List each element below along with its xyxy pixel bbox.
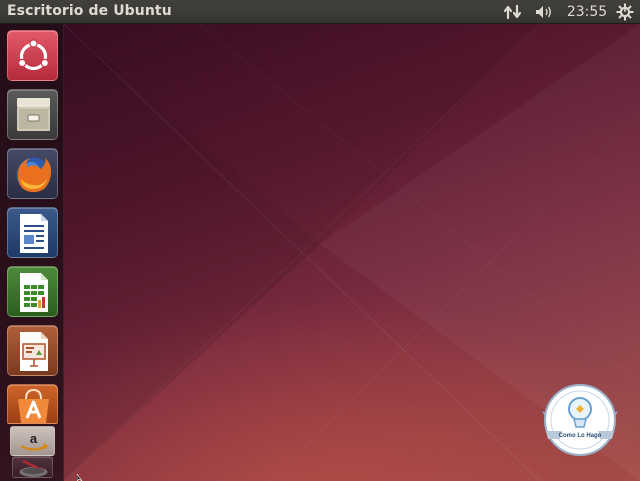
clock-indicator[interactable]: 23:55 <box>562 0 612 24</box>
amazon-icon: a <box>20 431 49 451</box>
clock-time: 23:55 <box>566 4 608 20</box>
network-up-down-icon <box>504 4 522 20</box>
launcher-amazon-button[interactable]: a <box>10 426 55 456</box>
launcher-trash-button[interactable] <box>12 456 53 478</box>
badge-label: Como Lo Hago <box>558 433 602 439</box>
svg-text:a: a <box>30 431 38 446</box>
impress-presentation-icon <box>20 332 48 371</box>
top-panel: Escritorio de Ubuntu 23:55 <box>0 0 640 24</box>
network-indicator[interactable] <box>501 0 525 24</box>
file-cabinet-icon <box>17 98 50 131</box>
launcher-firefox-button[interactable] <box>7 148 58 199</box>
calc-spreadsheet-icon <box>20 273 48 312</box>
ubuntu-desktop-screen: Escritorio de Ubuntu 23:55 a Como Lo Hag… <box>0 0 640 481</box>
gear-power-icon <box>616 3 634 21</box>
window-title: Escritorio de Ubuntu <box>7 3 172 19</box>
software-bag-icon <box>18 388 49 423</box>
launcher-calc-button[interactable] <box>7 266 58 317</box>
launcher-dash-button[interactable] <box>7 30 58 81</box>
firefox-icon <box>16 157 52 193</box>
launcher-files-button[interactable] <box>7 89 58 140</box>
launcher: a <box>0 24 64 481</box>
launcher-impress-button[interactable] <box>7 325 58 376</box>
speaker-volume-icon <box>536 6 551 18</box>
ubuntu-logo-icon <box>18 39 50 71</box>
sound-indicator[interactable] <box>532 0 556 24</box>
mouse-cursor-icon <box>77 474 83 481</box>
session-indicator[interactable] <box>613 0 637 24</box>
launcher-writer-button[interactable] <box>7 207 58 258</box>
writer-document-icon <box>20 214 48 253</box>
trash-icon <box>19 459 48 477</box>
launcher-software-center-button[interactable] <box>7 384 58 424</box>
lightbulb-icon <box>542 384 618 456</box>
watermark-badge: Como Lo Hago <box>540 383 620 457</box>
